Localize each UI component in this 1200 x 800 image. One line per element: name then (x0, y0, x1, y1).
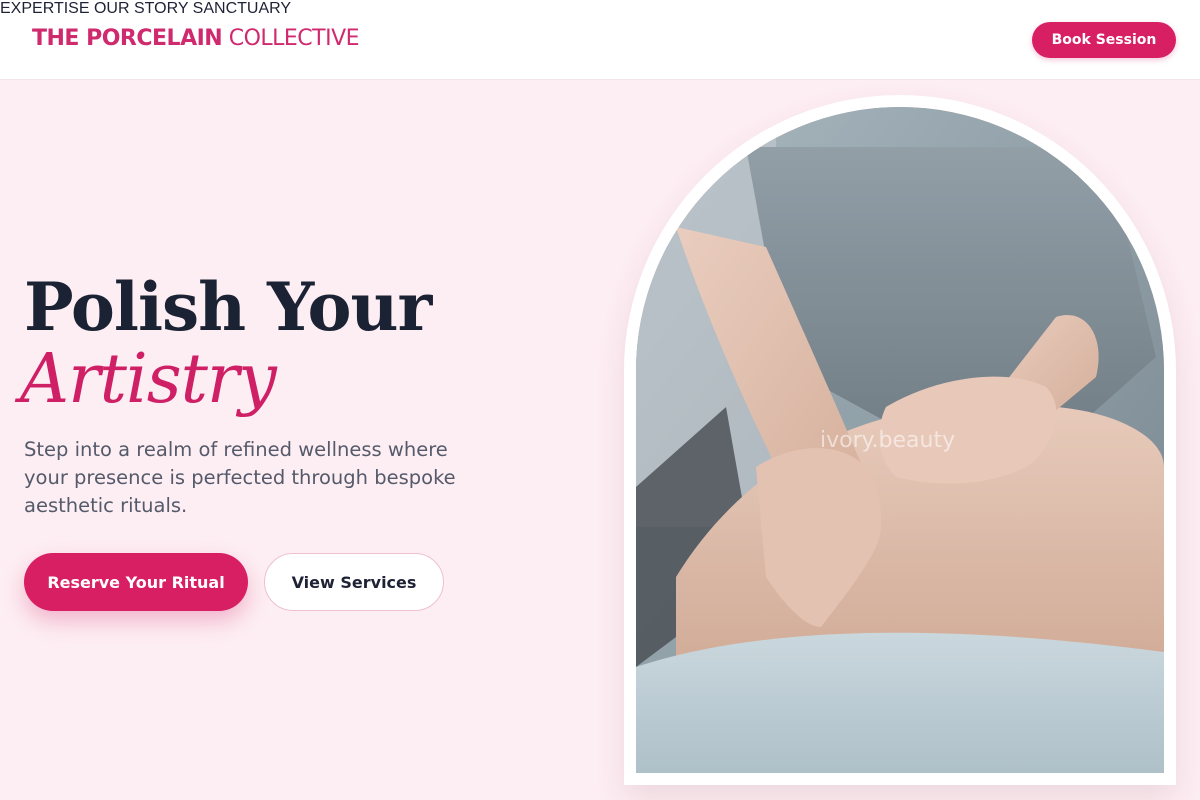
hero-lead-text: Step into a realm of refined wellness wh… (24, 438, 456, 517)
book-session-button[interactable]: Book Session (1032, 22, 1176, 58)
hero-title-line1: Polish Your (24, 268, 432, 346)
nav-link-our-story[interactable]: OUR STORY (94, 0, 188, 17)
brand-name-bold: THE PORCELAIN (32, 26, 223, 51)
reserve-ritual-button[interactable]: Reserve Your Ritual (24, 553, 248, 611)
hero-title-line2: Artistry (20, 340, 277, 419)
site-header: THE PORCELAIN COLLECTIVE EXPERTISE OUR S… (0, 0, 1200, 80)
nav-link-sanctuary[interactable]: SANCTUARY (193, 0, 291, 17)
image-watermark: ivory.beauty (820, 428, 956, 453)
brand-logo[interactable]: THE PORCELAIN COLLECTIVE (32, 26, 360, 51)
main-nav: EXPERTISE OUR STORY SANCTUARY (0, 0, 1200, 18)
view-services-button[interactable]: View Services (264, 553, 444, 611)
nav-link-expertise[interactable]: EXPERTISE (0, 0, 90, 17)
brand-name-light: COLLECTIVE (228, 26, 360, 51)
